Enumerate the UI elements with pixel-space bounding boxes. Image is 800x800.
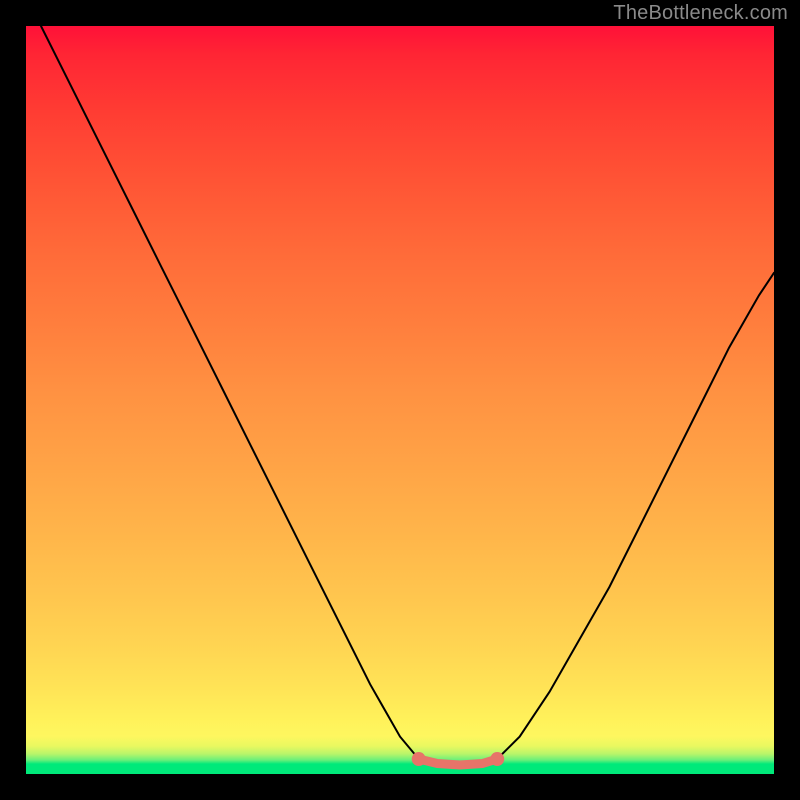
watermark: TheBottleneck.com: [613, 2, 788, 25]
heat-gradient: [26, 26, 774, 774]
chart-stage: TheBottleneck.com: [0, 0, 800, 800]
plot-area: [26, 26, 774, 774]
